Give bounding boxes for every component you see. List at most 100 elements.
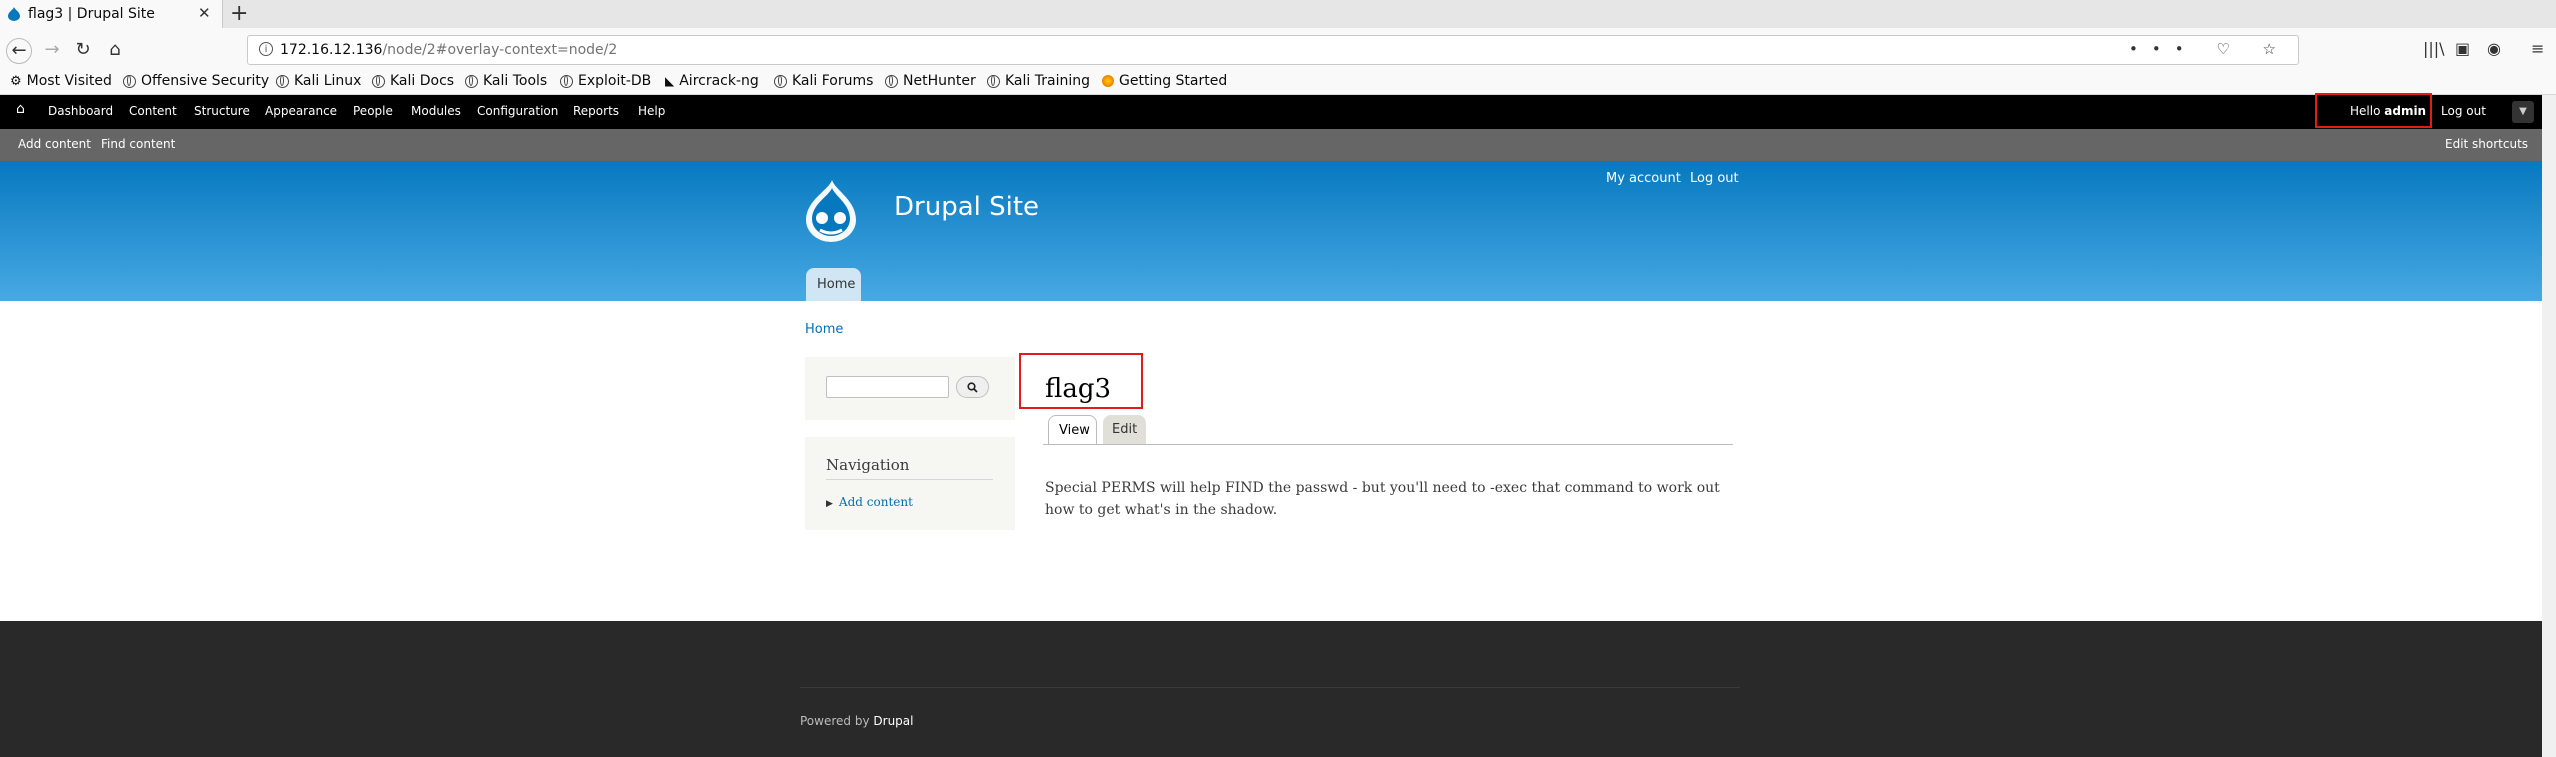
menu-icon[interactable]: ≡: [2531, 39, 2544, 58]
navigation-title: Navigation: [826, 456, 910, 474]
powered-by: Powered by Drupal: [800, 714, 913, 728]
globe-icon: [276, 74, 289, 88]
toolbar-help[interactable]: Help: [638, 104, 665, 118]
bookmark-label: Kali Linux: [294, 73, 362, 89]
my-account-link[interactable]: My account: [1606, 171, 1681, 186]
shortcut-add-content[interactable]: Add content: [18, 137, 91, 151]
drupal-link[interactable]: Drupal: [873, 714, 913, 728]
bookmark-label: Getting Started: [1119, 73, 1228, 89]
globe-icon: [774, 74, 787, 88]
site-info-icon[interactable]: i: [259, 42, 273, 56]
footer-divider: [800, 687, 1740, 688]
page-scrollbar[interactable]: [2542, 95, 2556, 757]
highlight-box-hello: [2315, 93, 2432, 128]
site-footer: [0, 621, 2542, 757]
bookmark-label: Kali Training: [1005, 73, 1090, 89]
bookmark-kali-linux[interactable]: Kali Linux: [276, 73, 361, 89]
url-path: /node/2#overlay-context=node/2: [382, 42, 618, 58]
breadcrumb[interactable]: Home: [805, 322, 843, 337]
new-tab-icon[interactable]: +: [230, 1, 248, 26]
search-input[interactable]: [826, 376, 949, 398]
bookmark-label: Kali Tools: [483, 73, 548, 89]
site-header: [0, 161, 2542, 301]
back-icon[interactable]: ←: [6, 38, 32, 64]
toolbar-content[interactable]: Content: [129, 104, 177, 118]
account-icon[interactable]: ◉: [2487, 39, 2501, 58]
home-tab-label: Home: [817, 277, 856, 292]
bookmark-label: Kali Forums: [792, 73, 874, 89]
drupal-logo-icon[interactable]: [802, 178, 860, 244]
site-name[interactable]: Drupal Site: [894, 192, 1039, 222]
page-title: flag3: [1045, 374, 1112, 404]
toolbar-home-icon[interactable]: ⌂: [16, 101, 25, 117]
drupal-favicon-icon: [8, 7, 20, 21]
globe-icon: [885, 74, 898, 88]
nav-item-add-content[interactable]: ▶ Add content: [826, 495, 913, 509]
globe-icon: [465, 74, 478, 88]
library-icon[interactable]: |||\: [2423, 39, 2445, 58]
triangle-right-icon: ▶: [826, 499, 833, 509]
header-logout-link[interactable]: Log out: [1690, 171, 1739, 186]
toolbar-appearance[interactable]: Appearance: [265, 104, 337, 118]
url-bar[interactable]: i 172.16.12.136/node/2#overlay-context=n…: [247, 35, 2299, 65]
toolbar-dashboard[interactable]: Dashboard: [48, 104, 113, 118]
tab-title: flag3 | Drupal Site: [28, 6, 155, 22]
tab-view[interactable]: View: [1048, 415, 1097, 445]
tab-view-label: View: [1059, 423, 1090, 438]
node-body: Special PERMS will help FIND the passwd …: [1045, 480, 1720, 518]
tab-close-icon[interactable]: ✕: [198, 4, 211, 22]
toolbar-configuration[interactable]: Configuration: [477, 104, 558, 118]
search-icon: [967, 382, 978, 393]
sidebar-icon[interactable]: ▣: [2455, 39, 2470, 58]
globe-icon: [987, 74, 1000, 88]
powered-by-text: Powered by: [800, 714, 870, 728]
toolbar-modules[interactable]: Modules: [411, 104, 461, 118]
search-button[interactable]: [956, 376, 989, 398]
bookmark-label: Kali Docs: [390, 73, 455, 89]
bookmark-kali-tools[interactable]: Kali Tools: [465, 73, 547, 89]
browser-tab-bar: [0, 0, 2556, 28]
url-text: 172.16.12.136/node/2#overlay-context=nod…: [280, 42, 617, 58]
bookmark-label: Most Visited: [26, 73, 112, 89]
bookmark-label: Offensive Security: [141, 73, 270, 89]
shortcut-find-content[interactable]: Find content: [101, 137, 175, 151]
toolbar-logout[interactable]: Log out: [2441, 104, 2486, 118]
globe-icon: [123, 74, 136, 88]
bookmark-nethunter[interactable]: NetHunter: [885, 73, 976, 89]
bookmark-label: Exploit-DB: [578, 73, 652, 89]
forward-icon[interactable]: →: [40, 38, 64, 62]
firefox-icon: [1102, 75, 1114, 87]
globe-icon: [372, 74, 385, 88]
browser-tab[interactable]: flag3 | Drupal Site ✕: [0, 0, 223, 28]
tab-edit-label: Edit: [1112, 422, 1138, 437]
reload-icon[interactable]: ↻: [71, 38, 95, 62]
navigation-divider: [826, 479, 993, 480]
tabs-divider: [1043, 444, 1733, 445]
bookmark-offensive-security[interactable]: Offensive Security: [123, 73, 269, 89]
bookmark-label: NetHunter: [903, 73, 976, 89]
toolbar-reports[interactable]: Reports: [573, 104, 619, 118]
bookmark-exploit-db[interactable]: Exploit-DB: [560, 73, 651, 89]
toolbar-people[interactable]: People: [353, 104, 393, 118]
home-icon[interactable]: ⌂: [103, 38, 127, 62]
bookmark-aircrack-ng[interactable]: ◣ Aircrack-ng: [665, 73, 759, 89]
bookmark-kali-forums[interactable]: Kali Forums: [774, 73, 873, 89]
nav-item-label: Add content: [838, 495, 913, 509]
tab-edit[interactable]: Edit: [1103, 415, 1146, 444]
bookmark-label: Aircrack-ng: [679, 73, 759, 89]
page-actions-icon[interactable]: ••• ♡ ☆: [2129, 40, 2290, 58]
bookmark-most-visited[interactable]: ⚙ Most Visited: [10, 73, 112, 89]
globe-icon: [560, 74, 573, 88]
bookmark-getting-started[interactable]: Getting Started: [1102, 73, 1227, 89]
navigation-block: [805, 437, 1015, 530]
toolbar-structure[interactable]: Structure: [194, 104, 250, 118]
toolbar-drawer-toggle-icon[interactable]: ▼: [2512, 101, 2534, 123]
main-menu-home-tab[interactable]: Home: [806, 268, 861, 301]
bookmark-kali-docs[interactable]: Kali Docs: [372, 73, 454, 89]
aircrack-icon: ◣: [665, 74, 675, 88]
bookmark-kali-training[interactable]: Kali Training: [987, 73, 1090, 89]
edit-shortcuts-link[interactable]: Edit shortcuts: [2445, 137, 2528, 151]
url-host: 172.16.12.136: [280, 42, 383, 58]
gear-icon: ⚙: [10, 73, 22, 89]
shortcuts-bar: [0, 129, 2542, 161]
